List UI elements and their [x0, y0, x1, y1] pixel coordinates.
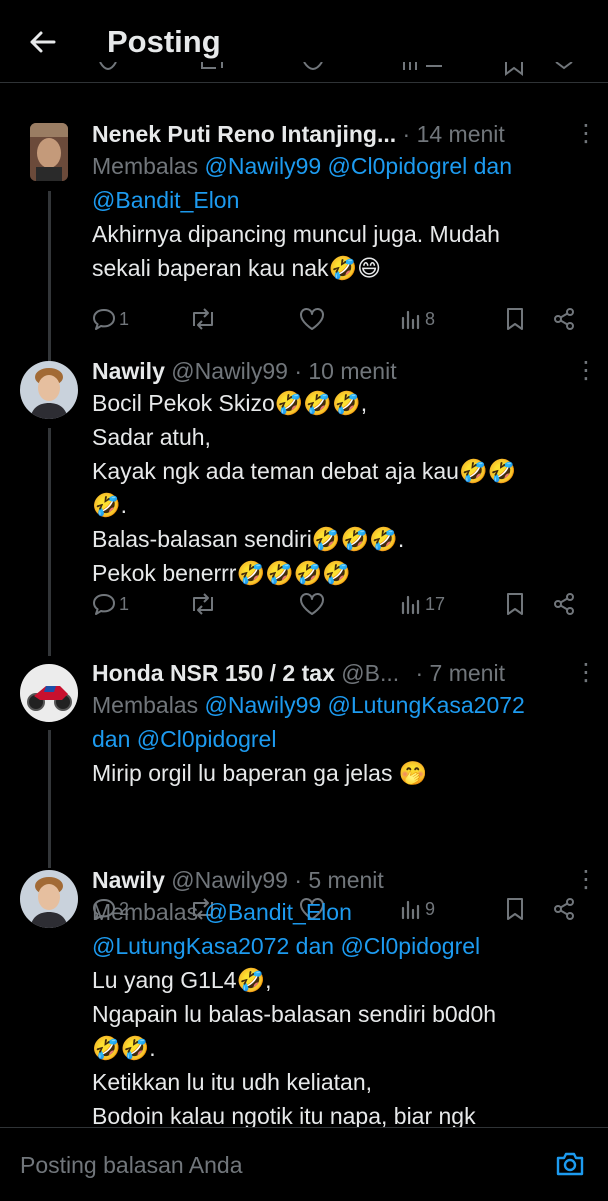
mention-link[interactable]: @Bandit_Elon — [204, 899, 351, 925]
more-icon[interactable]: ⋮ — [574, 865, 592, 895]
post-time[interactable]: · 7 menit — [416, 660, 505, 686]
more-icon[interactable]: ⋮ — [574, 658, 592, 688]
post-actions: 1 8 — [92, 304, 592, 334]
post-text: Bocil Pekok Skizo🤣🤣🤣, Sadar atuh, Kayak … — [92, 390, 517, 586]
post-text: Akhirnya dipancing muncul juga. Mudah se… — [92, 221, 500, 281]
post-time[interactable]: · 14 menit — [403, 121, 505, 147]
author-name[interactable]: Nawily — [92, 358, 165, 384]
repost-icon — [193, 308, 213, 330]
reply-count: 1 — [119, 593, 130, 614]
reply-input[interactable]: Posting balasan Anda — [20, 1152, 243, 1179]
post-item[interactable]: Honda NSR 150 / 2 tax @B... · 7 menit ⋮ … — [0, 658, 608, 920]
repost-icon — [193, 593, 213, 615]
views-icon — [401, 595, 420, 615]
views-button[interactable]: 17 — [400, 589, 445, 619]
replying-to: Membalas @Nawily99 @Cl0pidogrel dan @Band… — [92, 153, 512, 213]
top-bar: Posting — [0, 0, 608, 83]
post-actions: 1 17 — [92, 589, 592, 619]
reply-count: 1 — [119, 308, 130, 329]
reply-icon — [93, 309, 115, 330]
author-handle[interactable]: @B... — [341, 660, 399, 686]
like-icon — [300, 593, 324, 615]
reply-feed: Nenek Puti Reno Intanjing... · 14 menit … — [0, 83, 608, 1127]
bookmark-button[interactable] — [504, 304, 526, 334]
views-count: 17 — [425, 593, 446, 614]
repost-button[interactable] — [188, 304, 218, 334]
avatar[interactable] — [20, 361, 78, 419]
camera-button[interactable] — [554, 1148, 586, 1180]
like-icon — [300, 308, 324, 330]
share-button[interactable] — [552, 589, 576, 619]
share-icon — [554, 308, 574, 330]
views-icon — [401, 310, 420, 330]
author-name[interactable]: Honda NSR 150 / 2 tax — [92, 660, 335, 686]
more-icon[interactable]: ⋮ — [574, 356, 592, 386]
views-count: 8 — [425, 308, 436, 329]
share-button[interactable] — [552, 304, 576, 334]
post-text: Lu yang G1L4🤣, Ngapain lu balas-balasan … — [92, 967, 497, 1127]
post-text: Mirip orgil lu baperan ga jelas 🤭 — [92, 760, 428, 786]
author-handle[interactable]: @Nawily99 — [171, 358, 288, 384]
post-item[interactable]: Nawily @Nawily99 · 5 menit ⋮ Membalas @B… — [0, 865, 608, 1127]
share-icon — [554, 593, 574, 615]
camera-icon — [556, 1152, 584, 1176]
thread-line — [48, 730, 51, 868]
reply-icon — [93, 594, 115, 615]
author-name[interactable]: Nawily — [92, 867, 165, 893]
like-button[interactable] — [299, 304, 325, 334]
bookmark-icon — [507, 593, 523, 615]
bookmark-icon — [507, 308, 523, 330]
reply-composer[interactable]: Posting balasan Anda — [0, 1127, 608, 1201]
previous-post-actions — [0, 62, 608, 82]
post-item[interactable]: Nenek Puti Reno Intanjing... · 14 menit … — [0, 119, 608, 391]
post-time[interactable]: · 10 menit — [294, 358, 396, 384]
mention-link[interactable]: @Bandit_Elon — [92, 187, 239, 213]
post-item[interactable]: Nawily @Nawily99 · 10 menit ⋮ Bocil Peko… — [0, 356, 608, 656]
mention-link[interactable]: @Nawily99 @LutungKasa2072 — [204, 692, 524, 718]
avatar[interactable] — [30, 123, 68, 181]
back-arrow-icon — [30, 31, 56, 53]
mention-link[interactable]: dan @Cl0pidogrel — [92, 726, 276, 752]
author-name[interactable]: Nenek Puti Reno Intanjing... — [92, 121, 396, 147]
views-button[interactable]: 8 — [400, 304, 435, 334]
reply-button[interactable]: 1 — [92, 304, 129, 334]
bookmark-button[interactable] — [504, 589, 526, 619]
more-icon[interactable]: ⋮ — [574, 119, 592, 149]
mention-link[interactable]: @Nawily99 @Cl0pidogrel dan — [204, 153, 512, 179]
mention-link[interactable]: @LutungKasa2072 dan @Cl0pidogrel — [92, 933, 480, 959]
repost-button[interactable] — [188, 589, 218, 619]
like-button[interactable] — [299, 589, 325, 619]
post-time[interactable]: · 5 menit — [294, 867, 383, 893]
author-handle[interactable]: @Nawily99 — [171, 867, 288, 893]
thread-line — [48, 428, 51, 656]
reply-button[interactable]: 1 — [92, 589, 129, 619]
avatar[interactable] — [20, 870, 78, 928]
replying-to: Membalas @Nawily99 @LutungKasa2072 dan @C… — [92, 692, 525, 752]
replying-to: Membalas @Bandit_Elon @LutungKasa2072 dan… — [92, 899, 481, 959]
back-button[interactable] — [24, 24, 60, 60]
avatar[interactable] — [20, 664, 78, 722]
page-title: Posting — [107, 24, 221, 59]
